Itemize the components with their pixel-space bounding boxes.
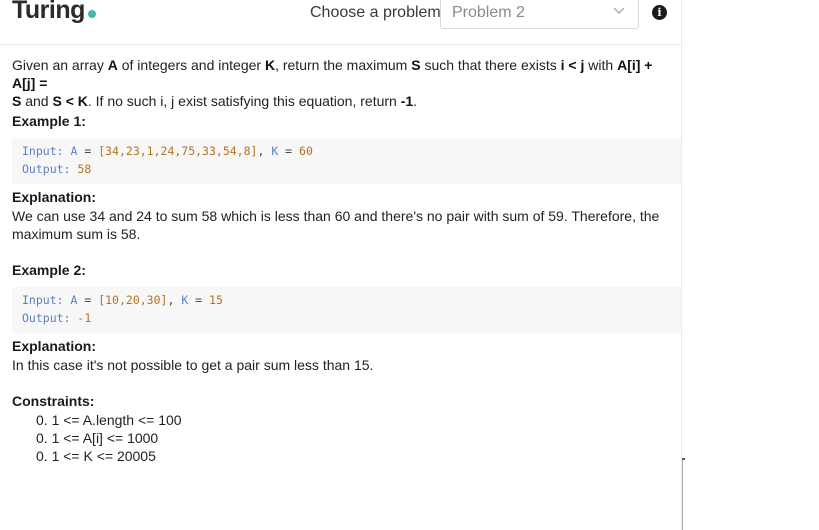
example-2-title: Example 2: <box>12 262 86 278</box>
turing-logo[interactable]: Turing <box>12 0 85 25</box>
example-2-explanation: In this case it's not possible to get a … <box>12 357 374 373</box>
example-1-input-line: Input: A = [34,23,1,24,75,33,54,8], K = … <box>22 144 313 158</box>
example-2-output-line: Output: -1 <box>22 311 92 325</box>
top-bar: Turing Choose a problem Problem 2 i <box>0 0 681 45</box>
choose-problem-label: Choose a problem <box>310 4 441 21</box>
info-icon[interactable]: i <box>652 5 667 20</box>
panel-resize-tick <box>682 458 685 460</box>
constraint-item: 0. 1 <= A[i] <= 1000 <box>36 430 159 446</box>
problem-select[interactable]: Problem 2 <box>440 0 639 29</box>
example-1-code: Input: A = [34,23,1,24,75,33,54,8], K = … <box>12 138 681 184</box>
example-1-title: Example 1: <box>12 113 86 129</box>
example-1-explanation-title: Explanation: <box>12 189 97 205</box>
constraints-title: Constraints: <box>12 393 95 409</box>
example-2-code: Input: A = [10,20,30], K = 15 Output: -1 <box>12 287 681 333</box>
constraint-item: 0. 1 <= A.length <= 100 <box>36 412 182 428</box>
chevron-down-icon <box>613 7 625 15</box>
example-1-output-line: Output: 58 <box>22 162 92 176</box>
example-2-explanation-title: Explanation: <box>12 338 97 354</box>
example-1-explanation: We can use 34 and 24 to sum 58 which is … <box>12 208 660 242</box>
problem-description: Given an array A of integers and integer… <box>12 56 676 110</box>
problem-statement: Given an array A of integers and integer… <box>12 57 653 109</box>
example-2-input-line: Input: A = [10,20,30], K = 15 <box>22 293 223 307</box>
constraint-item: 0. 1 <= K <= 20005 <box>36 448 156 464</box>
panel-divider <box>681 0 682 530</box>
problem-select-value: Problem 2 <box>452 4 525 21</box>
panel-resize-handle[interactable] <box>682 458 683 530</box>
logo-dot-icon <box>88 10 96 18</box>
